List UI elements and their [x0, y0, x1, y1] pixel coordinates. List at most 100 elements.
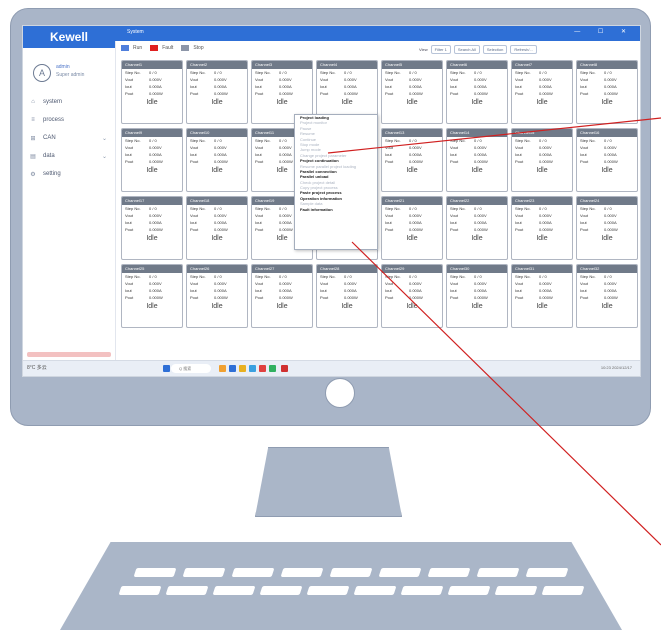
window-controls[interactable]: — ☐ ✕ — [574, 28, 634, 35]
context-menu-item[interactable]: Fault information — [295, 207, 377, 212]
field-value: 0 / 0 — [149, 70, 157, 75]
field-label: Iout — [385, 288, 392, 293]
field-label: Step No. — [125, 274, 141, 279]
field-label: Step No. — [515, 206, 531, 211]
channel-field-row: Vout 0.000V — [577, 280, 637, 287]
sidebar-item-system[interactable]: ⌂ system — [29, 96, 109, 108]
field-value: 0 / 0 — [539, 70, 547, 75]
wechat-icon[interactable] — [269, 365, 276, 372]
field-label: Step No. — [515, 274, 531, 279]
field-value: 0.000A — [214, 288, 227, 293]
field-value: 0 / 0 — [474, 138, 482, 143]
legend-label: Run — [133, 45, 143, 51]
sidebar-item-data[interactable]: ▤ data ⌄ — [29, 150, 109, 162]
sidebar-item-label: setting — [43, 171, 61, 177]
field-value: 0.000W — [149, 227, 163, 232]
channel-field-row: Iout 0.000A — [447, 219, 507, 226]
channel-field-row: Step No. 0 / 0 — [382, 69, 442, 76]
avatar[interactable]: A — [33, 64, 51, 82]
channel-card[interactable]: Channel17 Step No. 0 / 0 Vout 0.000V Iout 0.00… — [121, 196, 183, 260]
channel-field-row: Iout 0.000A — [382, 83, 442, 90]
field-label: Pout — [450, 91, 459, 96]
channel-card[interactable]: Channel2 Step No. 0 / 0 Vout 0.000V Iout 0.000… — [186, 60, 248, 124]
channel-card[interactable]: Channel21 Step No. 0 / 0 Vout 0.000V Iout 0.00… — [381, 196, 443, 260]
channel-status: Idle — [146, 235, 158, 242]
channel-card[interactable]: Channel6 Step No. 0 / 0 Vout 0.000V Iout 0.000… — [446, 60, 508, 124]
channel-card[interactable]: Channel29 Step No. 0 / 0 Vout 0.000V Iout 0.00… — [381, 264, 443, 328]
system-tray-clock[interactable]: 10:23 2024/12/17 — [601, 365, 632, 370]
channel-card[interactable]: Channel7 Step No. 0 / 0 Vout 0.000V Iout 0.000… — [511, 60, 573, 124]
keyboard-key — [182, 568, 226, 577]
file-explorer-icon[interactable] — [219, 365, 226, 372]
channel-field-row: Pout 0.000W — [122, 294, 182, 301]
field-value: 0.000A — [539, 152, 552, 157]
channel-field-row: Vout 0.000V — [252, 76, 312, 83]
channel-card[interactable]: Channel14 Step No. 0 / 0 Vout 0.000V Iout 0.00… — [446, 128, 508, 192]
channel-card[interactable]: Channel32 Step No. 0 / 0 Vout 0.000V Iout 0.00… — [576, 264, 638, 328]
channel-card[interactable]: Channel25 Step No. 0 / 0 Vout 0.000V Iout 0.00… — [121, 264, 183, 328]
channel-card[interactable]: Channel28 Step No. 0 / 0 Vout 0.000V Iout 0.00… — [316, 264, 378, 328]
field-label: Step No. — [190, 206, 206, 211]
app-icon[interactable] — [229, 365, 236, 372]
field-label: Vout — [190, 77, 199, 82]
field-label: Iout — [385, 84, 392, 89]
field-value: 0 / 0 — [409, 138, 417, 143]
channel-status: Idle — [536, 167, 548, 174]
kewell-app-icon[interactable] — [281, 365, 288, 372]
channel-card[interactable]: Channel1 Step No. 0 / 0 Vout 0.000V Iout 0.000… — [121, 60, 183, 124]
taskbar-search-input[interactable]: Q 搜索 — [171, 364, 211, 373]
channel-status: Idle — [601, 167, 613, 174]
channel-field-row: Iout 0.000A — [512, 219, 572, 226]
weather-widget[interactable]: 8°C 多云 — [27, 364, 47, 371]
refresh-button[interactable]: Refresh/... — [510, 45, 537, 54]
channel-card[interactable]: Channel5 Step No. 0 / 0 Vout 0.000V Iout 0.000… — [381, 60, 443, 124]
channel-card[interactable]: Channel9 Step No. 0 / 0 Vout 0.000V Iout 0.000… — [121, 128, 183, 192]
channel-card[interactable]: Channel30 Step No. 0 / 0 Vout 0.000V Iout 0.00… — [446, 264, 508, 328]
channel-card[interactable]: Channel16 Step No. 0 / 0 Vout 0.000V Iout 0.00… — [576, 128, 638, 192]
channel-card[interactable]: Channel24 Step No. 0 / 0 Vout 0.000V Iout 0.00… — [576, 196, 638, 260]
channel-field-row: Vout 0.000V — [187, 144, 247, 151]
selection-button[interactable]: Selection — [482, 45, 508, 54]
field-label: Step No. — [125, 206, 141, 211]
channel-status: Idle — [406, 167, 418, 174]
browser-icon[interactable] — [249, 365, 256, 372]
channel-card[interactable]: Channel18 Step No. 0 / 0 Vout 0.000V Iout 0.00… — [186, 196, 248, 260]
channel-field-row: Iout 0.000A — [577, 287, 637, 294]
field-label: Pout — [385, 159, 394, 164]
channel-card[interactable]: Channel15 Step No. 0 / 0 Vout 0.000V Iout 0.00… — [511, 128, 573, 192]
chrome-icon[interactable] — [259, 365, 266, 372]
sidebar-item-process[interactable]: ≡ process — [29, 114, 109, 126]
process-icon: ≡ — [31, 117, 35, 123]
channel-card[interactable]: Channel8 Step No. 0 / 0 Vout 0.000V Iout 0.000… — [576, 60, 638, 124]
channel-status: Idle — [211, 167, 223, 174]
view-select[interactable]: Filter 1 — [430, 45, 451, 54]
field-value: 0.000A — [409, 288, 422, 293]
field-value: 0.000A — [604, 84, 617, 89]
field-label: Pout — [450, 227, 459, 232]
channel-card[interactable]: Channel10 Step No. 0 / 0 Vout 0.000V Iout 0.00… — [186, 128, 248, 192]
channel-card[interactable]: Channel26 Step No. 0 / 0 Vout 0.000V Iout 0.00… — [186, 264, 248, 328]
field-value: 0.000A — [214, 84, 227, 89]
legend-swatch — [181, 45, 190, 51]
channel-status: Idle — [211, 303, 223, 310]
channel-field-row: Vout 0.000V — [512, 212, 572, 219]
field-label: Vout — [580, 213, 589, 218]
channel-field-row: Iout 0.000A — [252, 287, 312, 294]
channel-card[interactable]: Channel13 Step No. 0 / 0 Vout 0.000V Iout 0.00… — [381, 128, 443, 192]
sidebar-item-can[interactable]: ⊞ CAN ⌄ — [29, 132, 109, 144]
channel-card[interactable]: Channel27 Step No. 0 / 0 Vout 0.000V Iout 0.00… — [251, 264, 313, 328]
search-all-button[interactable]: Search All — [453, 45, 480, 54]
channel-card[interactable]: Channel22 Step No. 0 / 0 Vout 0.000V Iout 0.00… — [446, 196, 508, 260]
channel-name: Channel22 — [447, 197, 507, 205]
field-label: Pout — [190, 227, 199, 232]
folder-icon[interactable] — [239, 365, 246, 372]
field-label: Step No. — [385, 206, 401, 211]
channel-field-row: Vout 0.000V — [447, 212, 507, 219]
field-label: Iout — [255, 220, 262, 225]
channel-card[interactable]: Channel31 Step No. 0 / 0 Vout 0.000V Iout 0.00… — [511, 264, 573, 328]
sidebar-item-setting[interactable]: ⚙ setting — [29, 168, 109, 180]
channel-card[interactable]: Channel23 Step No. 0 / 0 Vout 0.000V Iout 0.00… — [511, 196, 573, 260]
field-label: Step No. — [190, 138, 206, 143]
channel-field-row: Pout 0.000W — [577, 226, 637, 233]
start-icon[interactable] — [163, 365, 170, 372]
